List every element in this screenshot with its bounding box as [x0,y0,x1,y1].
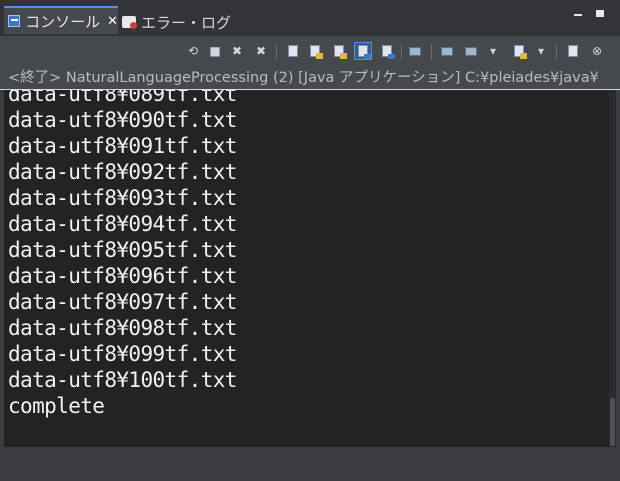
console-output-area[interactable]: data-utf8¥089tf.txt data-utf8¥090tf.txt … [4,90,609,447]
console-line: data-utf8¥094tf.txt [8,212,237,236]
chevron-down-icon[interactable]: ▾ [532,42,550,60]
console-toolbar: ⟲ ■ ✖ ✖ ▾ ▾ ⊗ [0,36,620,66]
console-line: data-utf8¥095tf.txt [8,238,237,262]
maximize-button[interactable] [596,10,604,17]
console-line: data-utf8¥097tf.txt [8,290,237,314]
new-console-icon[interactable] [462,42,480,60]
toolbar-separator [431,44,432,60]
scrollbar-thumb[interactable] [610,398,615,446]
chevron-down-icon[interactable]: ▾ [484,42,502,60]
toolbar-separator [556,44,557,60]
tab-error-log[interactable]: エラー・ログ [122,8,231,36]
toolbar-separator [276,44,277,60]
view-bottom-border [0,447,620,481]
toolbar-separator [401,44,402,60]
pin-console-icon[interactable] [378,42,396,60]
display-selected-console-icon[interactable] [406,42,424,60]
scroll-lock-icon[interactable] [284,42,302,60]
show-console-on-stdout-icon[interactable] [330,42,348,60]
view-window-controls [574,10,604,17]
console-line: data-utf8¥090tf.txt [8,108,237,132]
tab-console-label: コンソール [25,12,101,31]
terminate-icon[interactable]: ■ [206,42,224,60]
refresh-icon[interactable]: ⟲ [184,42,202,60]
console-line: data-utf8¥089tf.txt [8,90,237,106]
tab-console[interactable]: コンソール ✕ [4,6,118,34]
error-log-icon [122,16,137,29]
close-icon[interactable]: ✕ [107,14,118,29]
show-console-on-stderr-icon[interactable] [354,42,372,60]
view-tab-bar: コンソール ✕ エラー・ログ [0,0,620,36]
process-status-label: <終了> NaturalLanguageProcessing (2) [Java… [0,66,620,90]
remove-all-terminated-icon[interactable]: ✖ [252,42,270,60]
console-line: data-utf8¥096tf.txt [8,264,237,288]
console-line: complete [8,394,105,418]
close-console-icon[interactable]: ⊗ [588,42,606,60]
console-line: data-utf8¥098tf.txt [8,316,237,340]
vertical-scrollbar[interactable] [609,90,616,447]
console-icon [8,15,21,27]
open-console-icon[interactable] [438,42,456,60]
tab-error-log-label: エラー・ログ [141,13,232,32]
word-wrap-icon[interactable] [306,42,324,60]
console-lines: data-utf8¥089tf.txt data-utf8¥090tf.txt … [8,90,237,419]
remove-launch-icon[interactable]: ✖ [228,42,246,60]
console-line: data-utf8¥093tf.txt [8,186,237,210]
console-line: data-utf8¥092tf.txt [8,160,237,184]
new-console-dropdown-icon[interactable] [510,42,528,60]
minimize-button[interactable] [574,14,582,16]
console-line: data-utf8¥100tf.txt [8,368,237,392]
console-line: data-utf8¥091tf.txt [8,134,237,158]
clear-console-icon[interactable] [564,42,582,60]
console-line: data-utf8¥099tf.txt [8,342,237,366]
